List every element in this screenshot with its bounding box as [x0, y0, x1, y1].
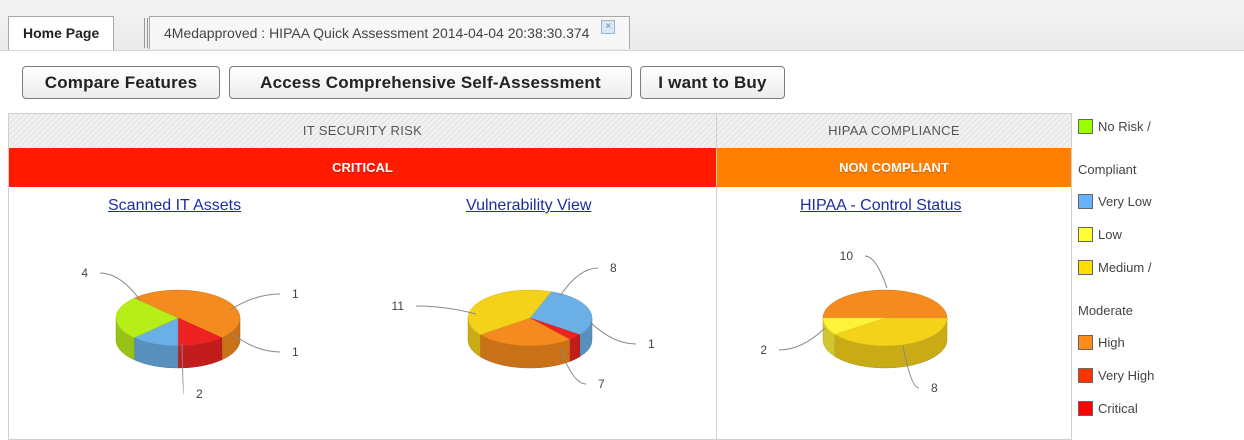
hipaa-control-status-pie-chart[interactable]: 10 8 2 [760, 249, 948, 395]
pie-data-label: 1 [292, 345, 299, 359]
legend-item: Very High [1078, 367, 1155, 384]
pie-data-label: 2 [760, 343, 767, 357]
pie-data-label: 8 [610, 261, 617, 275]
pie-leader-line [229, 293, 281, 311]
pie-leader-line [864, 255, 888, 289]
legend-label: Very High [1098, 368, 1155, 384]
legend-label: Very Low [1098, 194, 1152, 210]
pie-data-label: 11 [392, 299, 405, 313]
pie-data-label: 1 [292, 287, 299, 301]
pie-data-label: 7 [598, 377, 605, 391]
legend-item: High [1078, 334, 1125, 351]
pie-leader-line [778, 327, 826, 351]
legend-swatch [1078, 335, 1093, 351]
legend-item: Medium / [1078, 259, 1152, 276]
pie-data-label: 4 [81, 266, 88, 280]
pie-data-label: 1 [648, 337, 655, 351]
legend-label: Moderate [1078, 303, 1133, 319]
legend-label: Critical [1098, 401, 1138, 417]
legend-item: Critical [1078, 400, 1138, 417]
legend-item: No Risk / [1078, 118, 1151, 135]
legend-label: Medium / [1098, 260, 1152, 276]
pie-charts: 4112 81711 1082 [81, 249, 948, 401]
scanned-it-assets-pie-chart[interactable]: 4 1 1 2 [81, 266, 299, 401]
legend-item: Low [1078, 226, 1122, 243]
legend-label: No Risk / [1098, 119, 1151, 135]
legend-swatch [1078, 227, 1093, 243]
legend-label: Low [1098, 227, 1122, 243]
pie-data-label: 2 [196, 387, 203, 401]
legend-label: Compliant [1078, 162, 1137, 178]
legend-swatch [1078, 194, 1093, 210]
risk-legend: No Risk / Compliant Very Low Low Medium / Mod… [1071, 113, 1244, 440]
vulnerability-view-pie-chart[interactable]: 8 1 7 11 [392, 261, 655, 391]
pie-leader-line [99, 272, 141, 301]
legend-label: High [1098, 335, 1125, 351]
legend-swatch [1078, 368, 1093, 384]
legend-swatch [1078, 119, 1093, 135]
pie-data-label: 10 [840, 249, 854, 263]
legend-item: Compliant [1078, 161, 1137, 177]
pie-data-label: 8 [931, 381, 938, 395]
legend-swatch [1078, 260, 1093, 276]
legend-swatch [1078, 401, 1093, 417]
legend-item: Moderate [1078, 302, 1133, 318]
pie-leader-line [415, 305, 477, 315]
pie-leader-line [559, 267, 599, 297]
pie-slice[interactable] [822, 289, 948, 319]
pie-leader-line [589, 321, 637, 345]
legend-item: Very Low [1078, 193, 1152, 210]
